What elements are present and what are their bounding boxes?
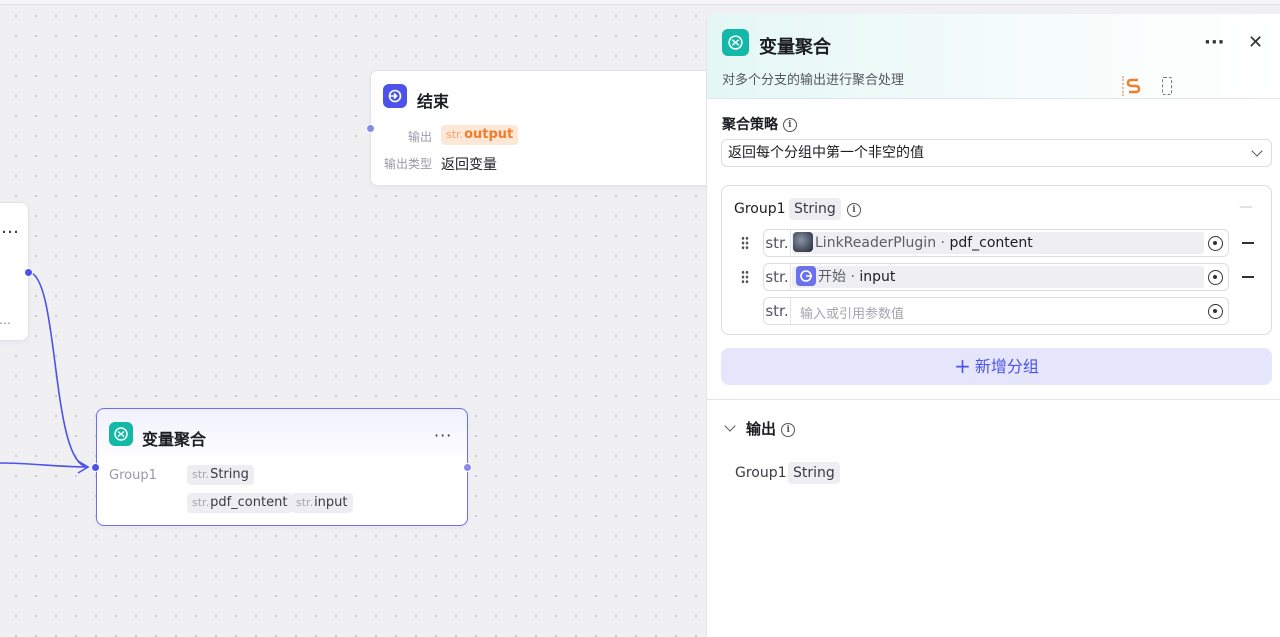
end-node-input-port[interactable] [366, 124, 375, 133]
drag-handle-icon[interactable] [741, 270, 749, 284]
group-card: Group1 String i — str. LinkReaderPlugin … [721, 185, 1272, 335]
group-type-badge: String [789, 198, 841, 220]
aggregator-node-input-port[interactable] [91, 463, 100, 472]
panel-node-icon [722, 29, 749, 56]
ref-input-placeholder[interactable]: 输入或引用参数值 [800, 303, 904, 322]
output-group-type: String [788, 462, 840, 484]
panel-header: 变量聚合 对多个分支的输出进行聚合处理 ··· ✕ [707, 14, 1280, 99]
plugin-avatar-icon [793, 232, 813, 252]
ime-expand-icon [1162, 77, 1172, 95]
output-info-icon[interactable]: i [781, 422, 796, 437]
ref-row-2-type: str. [764, 264, 791, 290]
ref-row-new-type: str. [764, 298, 791, 324]
edge-partial-to-aggregator [27, 271, 89, 468]
strategy-info-icon[interactable]: i [782, 118, 797, 132]
end-node-output-type-label: 输出类型 [384, 157, 433, 171]
output-group-name: Group1 [735, 465, 787, 481]
end-node-output-label: 输出 [408, 130, 433, 144]
aggregator-node-group-label: Group1 [109, 468, 157, 483]
merge-icon [114, 427, 128, 441]
variable-reference-icon[interactable] [1208, 304, 1223, 319]
aggregator-node[interactable]: 变量聚合 ··· Group1 str.String str.pdf_conte… [96, 408, 468, 526]
add-group-label: 新增分组 [974, 357, 1039, 376]
end-node-output-type-value: 返回变量 [441, 157, 497, 173]
ref-row-2-value[interactable]: 开始 · input [792, 266, 1204, 288]
strategy-select[interactable]: 返回每个分组中第一个非空的值 [721, 139, 1272, 167]
ref-row-2[interactable]: str. 开始 · input [763, 263, 1229, 291]
end-node-icon [383, 84, 407, 108]
exit-icon [388, 89, 402, 103]
start-node-icon [796, 266, 816, 286]
sogou-ime-icon [1122, 76, 1144, 96]
strategy-select-value: 返回每个分组中第一个非空的值 [728, 145, 924, 161]
output-collapse-chevron-icon[interactable] [724, 420, 736, 432]
plus-icon: + [954, 354, 971, 378]
add-group-button[interactable]: + 新增分组 [721, 348, 1272, 385]
remove-ref-2-icon[interactable] [1242, 276, 1254, 278]
group-collapse-icon[interactable]: — [1239, 199, 1253, 215]
aggregator-node-output-port[interactable] [463, 463, 472, 472]
panel-description: 对多个分支的输出进行聚合处理 [722, 73, 905, 88]
panel-more-icon[interactable]: ··· [1204, 32, 1225, 53]
group-name: Group1 [734, 201, 786, 217]
partial-node-more-icon[interactable]: … [1, 219, 20, 237]
node-settings-panel: 变量聚合 对多个分支的输出进行聚合处理 ··· ✕ 聚合策略 i 返回每个分组中… [706, 14, 1280, 637]
aggregator-node-icon [109, 422, 133, 446]
partial-node-ellipsis: … [0, 313, 12, 327]
aggregator-node-tag-string: str.String [187, 465, 254, 485]
aggregator-node-more-icon[interactable]: ··· [434, 428, 452, 444]
ref-row-new[interactable]: str. 输入或引用参数值 [763, 297, 1229, 325]
edge-left-to-aggregator [0, 462, 89, 468]
ref-row-1-value[interactable]: LinkReaderPlugin · pdf_content [792, 232, 1204, 254]
strategy-label: 聚合策略 i [722, 114, 797, 134]
ref-row-1-type: str. [764, 230, 791, 256]
panel-title: 变量聚合 [759, 37, 831, 58]
aggregator-node-tag-input: str.input [291, 493, 353, 513]
partial-node-output-port[interactable] [24, 268, 33, 277]
end-node-output-tag: str.output [441, 125, 519, 145]
group-info-icon[interactable]: i [847, 203, 861, 217]
panel-close-icon[interactable]: ✕ [1248, 32, 1263, 53]
end-node-title: 结束 [417, 92, 450, 111]
drag-handle-icon[interactable] [741, 236, 749, 250]
aggregator-node-title: 变量聚合 [142, 430, 207, 449]
variable-reference-icon[interactable] [1208, 270, 1223, 285]
end-node[interactable]: 结束 输出 str.output 输出类型 返回变量 [370, 70, 715, 186]
ref-row-1[interactable]: str. LinkReaderPlugin · pdf_content [763, 229, 1229, 257]
variable-reference-icon[interactable] [1208, 236, 1223, 251]
divider [707, 399, 1280, 400]
remove-ref-1-icon[interactable] [1242, 242, 1254, 244]
chevron-down-icon [1251, 145, 1263, 157]
aggregator-node-tag-pdf-content: str.pdf_content [187, 493, 293, 513]
merge-icon [728, 35, 743, 50]
output-section-label: 输出 i [746, 418, 796, 439]
